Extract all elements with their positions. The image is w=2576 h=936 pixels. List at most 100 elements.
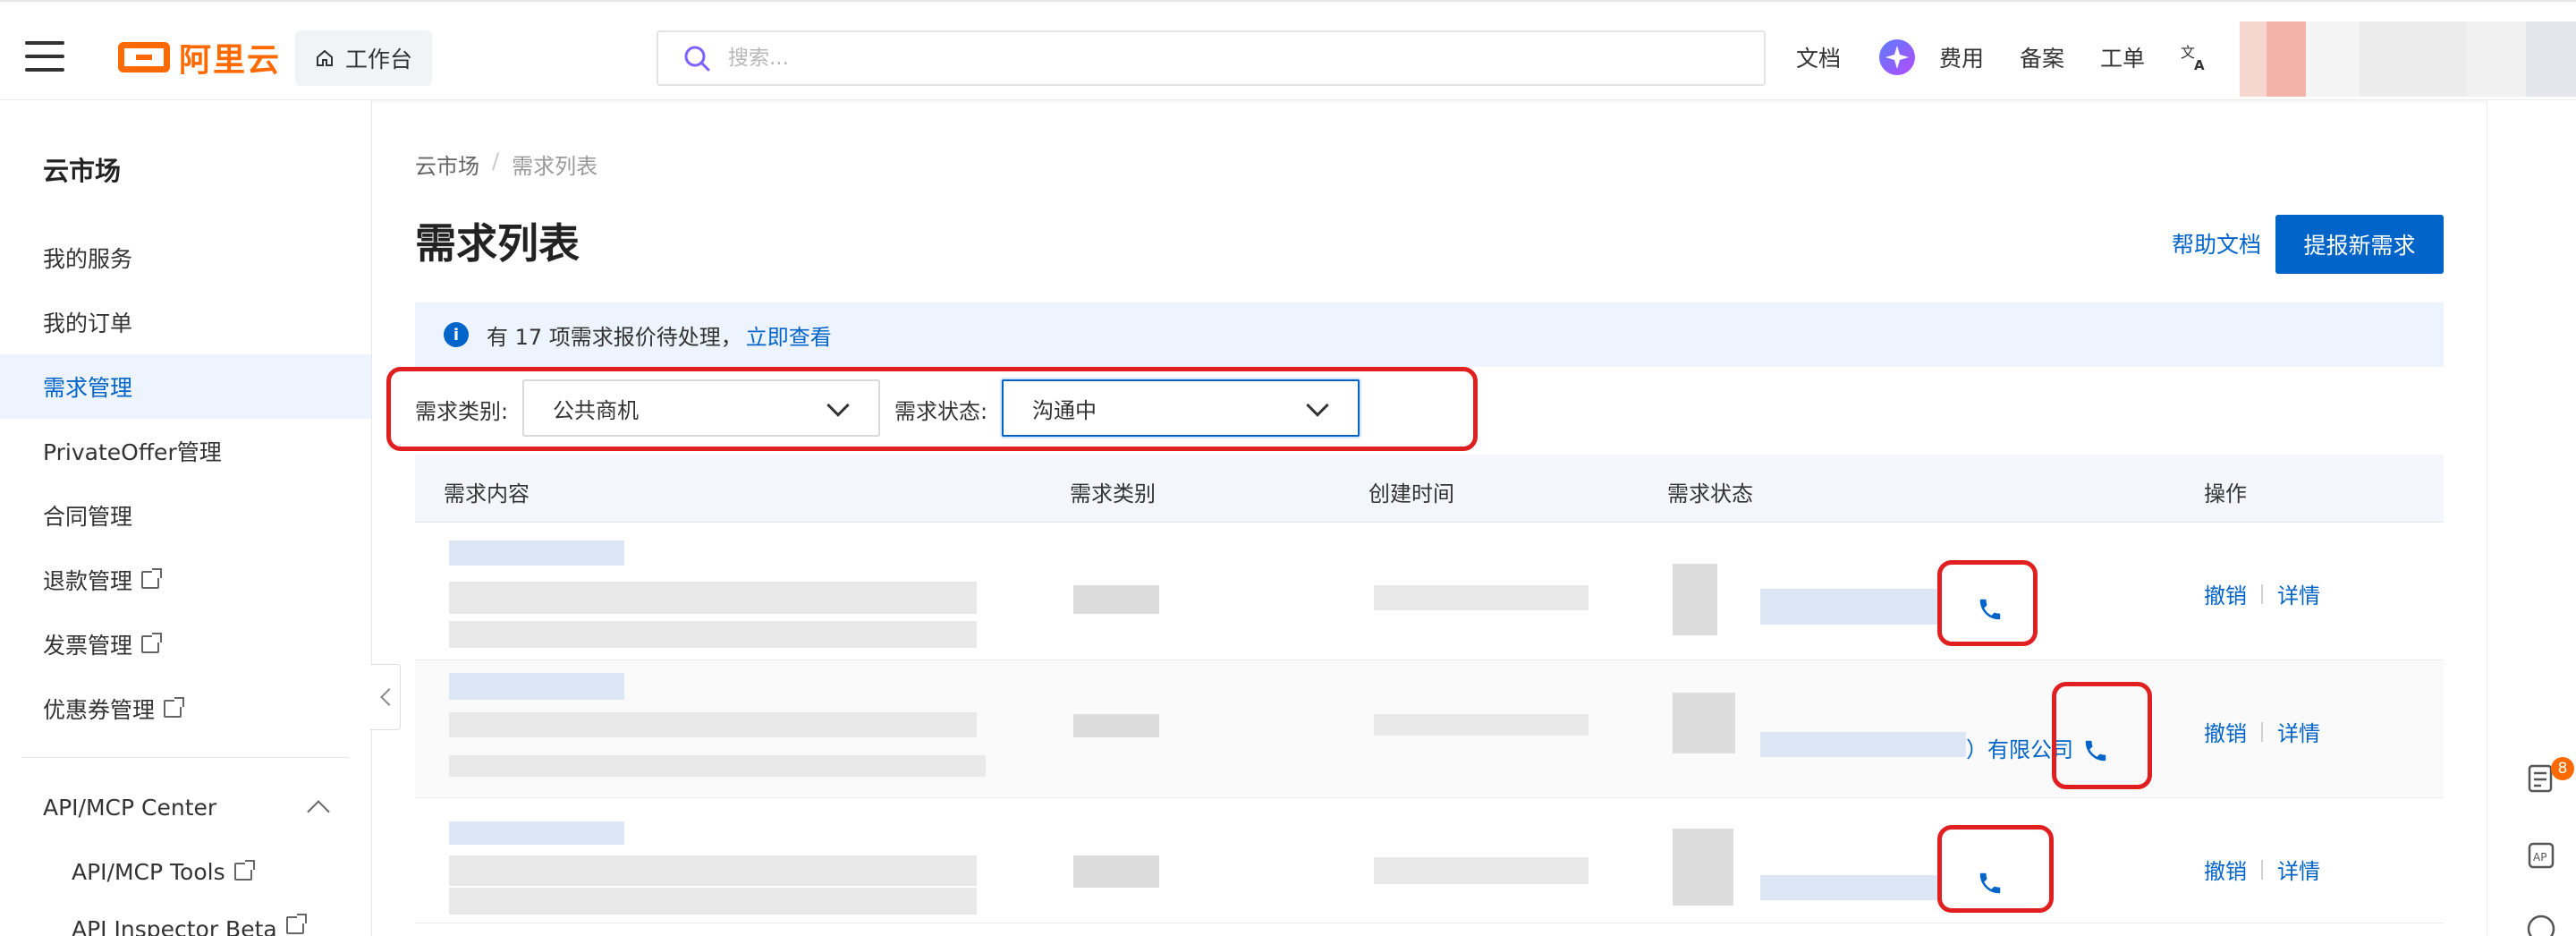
chevron-down-icon — [1306, 394, 1329, 417]
table-row: ）有限公司 撤销 详情 — [415, 660, 2444, 798]
sidebar-item-my-services[interactable]: 我的服务 — [0, 225, 371, 290]
workbench-button[interactable]: 工作台 — [295, 30, 433, 86]
redacted-status-contact — [1760, 875, 1939, 900]
category-select-value: 公共商机 — [553, 397, 639, 423]
redacted-status — [1673, 829, 1733, 906]
row-actions: 撤销 详情 — [2204, 716, 2320, 747]
menu-icon[interactable] — [25, 41, 64, 72]
right-tool-rail: AP — [2487, 100, 2576, 936]
sidebar-item-api-mcp-tools[interactable]: API/MCP Tools — [0, 839, 371, 904]
sidebar-item-refunds[interactable]: 退款管理 — [0, 548, 371, 612]
sidebar-item-label: 我的订单 — [43, 311, 133, 336]
table-row: 撤销 详情 — [415, 523, 2444, 660]
sidebar-item-demand-management[interactable]: 需求管理 — [0, 354, 371, 419]
sidebar-group-api-mcp-center[interactable]: API/MCP Center — [0, 775, 371, 839]
phone-icon[interactable] — [1977, 870, 2004, 897]
search-input[interactable] — [728, 47, 1712, 70]
sidebar-item-api-inspector[interactable]: API Inspector Beta — [0, 904, 371, 936]
column-header-content: 需求内容 — [444, 481, 530, 506]
row-actions: 撤销 详情 — [2204, 578, 2320, 609]
api-tool-icon[interactable]: AP — [2525, 839, 2557, 872]
revoke-button[interactable]: 撤销 — [2204, 578, 2247, 609]
company-name[interactable]: ）有限公司 — [1966, 732, 2073, 763]
svg-text:AP: AP — [2533, 851, 2546, 864]
column-header-actions: 操作 — [2204, 481, 2247, 506]
ticket-link[interactable]: 工单 — [2100, 41, 2145, 73]
sidebar-item-private-offer[interactable]: PrivateOffer管理 — [0, 419, 371, 483]
svg-text:文: 文 — [2181, 44, 2195, 61]
row-actions: 撤销 详情 — [2204, 854, 2320, 885]
search-box[interactable] — [657, 30, 1766, 86]
action-separator — [2261, 721, 2263, 742]
sidebar-item-invoices[interactable]: 发票管理 — [0, 612, 371, 676]
page-title: 需求列表 — [415, 219, 580, 268]
external-link-icon — [285, 914, 307, 934]
external-link-icon — [164, 697, 185, 718]
detail-button[interactable]: 详情 — [2277, 578, 2320, 609]
help-docs-link[interactable]: 帮助文档 — [2172, 227, 2261, 260]
aliyun-logo-icon — [118, 42, 170, 72]
view-now-link[interactable]: 立即查看 — [746, 319, 832, 351]
status-select-value: 沟通中 — [1032, 397, 1097, 423]
sidebar-item-label: 发票管理 — [43, 633, 133, 659]
phone-highlight-annotation — [1937, 825, 2054, 913]
sidebar-item-label: 退款管理 — [43, 568, 133, 594]
sidebar-item-coupons[interactable]: 优惠券管理 — [0, 676, 371, 741]
sidebar-collapse-button[interactable] — [370, 664, 401, 730]
sidebar-item-label: API Inspector Beta — [72, 916, 277, 936]
notice-text: 有 17 项需求报价待处理， — [487, 324, 742, 350]
revoke-button[interactable]: 撤销 — [2204, 716, 2247, 747]
external-link-icon — [141, 568, 163, 589]
info-icon: i — [444, 322, 469, 347]
demand-table: 需求内容 需求类别 创建时间 需求状态 操作 撤销 详情 ）有限公司 撤销 详情… — [415, 455, 2444, 923]
sidebar-item-label: API/MCP Tools — [72, 858, 225, 885]
workbench-label: 工作台 — [345, 47, 413, 72]
sidebar-divider — [21, 757, 349, 758]
icp-filing-link[interactable]: 备案 — [2020, 41, 2064, 73]
redacted-status-contact — [1760, 589, 1939, 625]
sidebar-item-label: 我的服务 — [43, 246, 133, 272]
detail-button[interactable]: 详情 — [2277, 716, 2320, 747]
revoke-button[interactable]: 撤销 — [2204, 854, 2247, 885]
redacted-content — [449, 855, 977, 886]
submit-new-demand-button[interactable]: 提报新需求 — [2275, 215, 2444, 274]
sidebar-item-label: 合同管理 — [43, 504, 133, 530]
pending-quote-notice: i 有 17 项需求报价待处理， 立即查看 — [415, 302, 2444, 367]
redacted-time — [1374, 585, 1589, 610]
table-header: 需求内容 需求类别 创建时间 需求状态 操作 — [415, 455, 2444, 523]
category-select[interactable]: 公共商机 — [522, 379, 880, 437]
external-link-icon — [141, 633, 163, 653]
redacted-content — [449, 621, 977, 648]
user-account-area[interactable] — [2240, 21, 2576, 97]
home-icon — [317, 49, 333, 66]
cloud-assistant-icon[interactable] — [2525, 909, 2557, 936]
phone-icon[interactable] — [2082, 737, 2109, 764]
docs-link[interactable]: 文档 — [1796, 41, 1841, 73]
redacted-content — [449, 712, 977, 737]
search-icon — [684, 46, 710, 72]
sidebar-item-label: 优惠券管理 — [43, 697, 156, 723]
sidebar-item-label: 需求管理 — [43, 375, 133, 401]
breadcrumb-item-marketplace[interactable]: 云市场 — [415, 149, 479, 180]
sidebar-title: 云市场 — [43, 156, 122, 186]
aliyun-logo[interactable]: 阿里云 — [118, 36, 281, 79]
status-select[interactable]: 沟通中 — [1002, 379, 1360, 437]
sidebar-item-my-orders[interactable]: 我的订单 — [0, 290, 371, 354]
redacted-status — [1673, 693, 1735, 753]
redacted-content — [449, 821, 624, 845]
sidebar-item-contracts[interactable]: 合同管理 — [0, 483, 371, 548]
breadcrumb-item-current: 需求列表 — [512, 154, 598, 179]
external-link-icon — [233, 860, 255, 881]
detail-button[interactable]: 详情 — [2277, 854, 2320, 885]
ai-assistant-icon[interactable] — [1878, 38, 1916, 76]
language-icon[interactable]: 文 A — [2181, 43, 2209, 72]
sidebar-item-label: PrivateOffer管理 — [43, 439, 222, 465]
column-header-created-time: 创建时间 — [1368, 481, 1454, 506]
redacted-content — [449, 755, 986, 777]
billing-link[interactable]: 费用 — [1939, 41, 1984, 73]
column-header-status: 需求状态 — [1667, 481, 1753, 506]
phone-icon[interactable] — [1977, 596, 2004, 623]
redacted-status — [1673, 564, 1717, 635]
sidebar-group-label: API/MCP Center — [43, 794, 217, 821]
action-separator — [2261, 583, 2263, 604]
